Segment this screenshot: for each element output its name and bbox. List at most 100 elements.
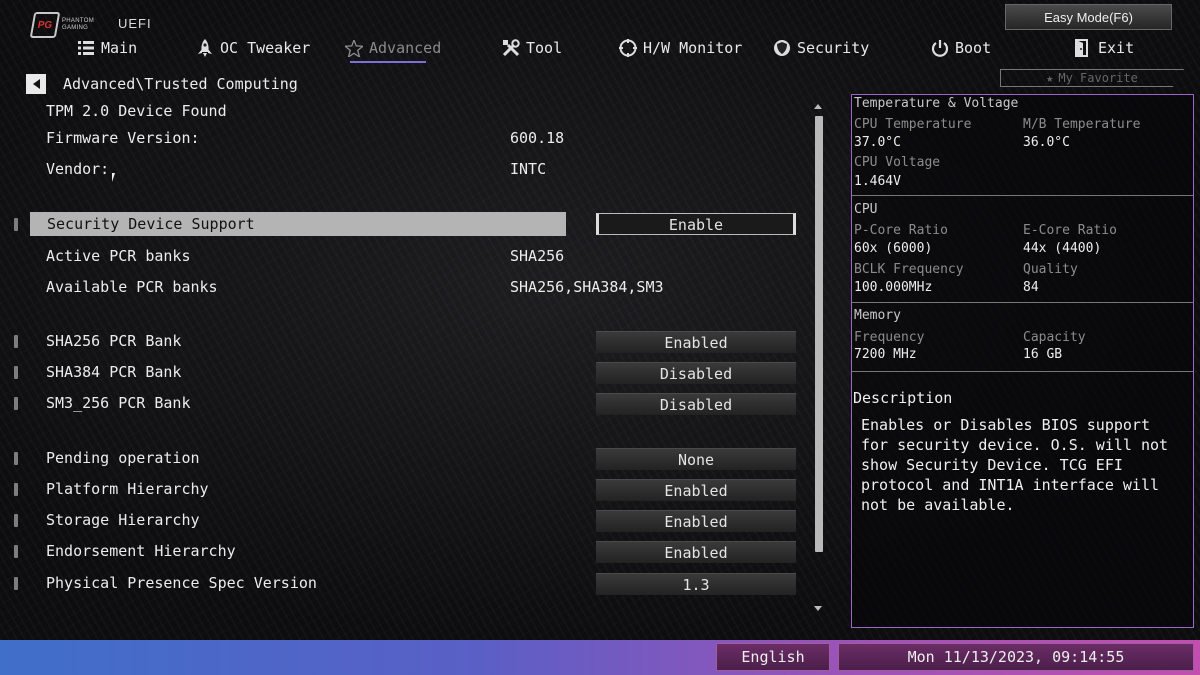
scrollbar-thumb[interactable] (815, 116, 823, 552)
storage-hierarchy-option[interactable]: Enabled (596, 510, 796, 532)
physical-presence-spec-label: Physical Presence Spec Version (46, 574, 317, 592)
cpu-temperature-label: CPU Temperature (854, 117, 972, 132)
rocket-icon (196, 39, 214, 57)
platform-hierarchy-option[interactable]: Enabled (596, 479, 796, 501)
available-pcr-banks-value: SHA256,SHA384,SM3 (510, 278, 664, 296)
row-marker (14, 452, 18, 465)
tab-main[interactable]: Main (77, 36, 137, 60)
physical-presence-spec-option[interactable]: 1.3 (596, 573, 796, 595)
ecore-ratio-label: E-Core Ratio (1023, 223, 1117, 238)
tab-label: Boot (955, 39, 992, 57)
tab-advanced[interactable]: Advanced (345, 36, 441, 60)
quality-label: Quality (1023, 262, 1078, 277)
pending-operation-option[interactable]: None (596, 448, 796, 470)
security-device-support-label: Security Device Support (47, 215, 255, 233)
tab-label: Security (797, 39, 870, 57)
row-marker (14, 545, 18, 558)
system-info-panel: Temperature & Voltage CPU Temperature 37… (851, 94, 1194, 628)
platform-hierarchy-label: Platform Hierarchy (46, 480, 209, 498)
storage-hierarchy-label: Storage Hierarchy (46, 511, 200, 529)
panel-divider (852, 371, 1193, 372)
memory-capacity-value: 16 GB (1023, 347, 1063, 362)
active-pcr-banks-value: SHA256 (510, 247, 565, 265)
bclk-frequency-value: 100.000MHz (854, 280, 933, 295)
brand-logo: PG PHANTOM GAMING (29, 12, 106, 38)
breadcrumb: Advanced\Trusted Computing (63, 75, 298, 93)
row-marker (14, 577, 18, 590)
star-icon (345, 39, 363, 57)
back-arrow-icon (32, 79, 40, 89)
mb-temperature-value: 36.0°C (1023, 135, 1070, 150)
sm3-pcr-bank-option[interactable]: Disabled (596, 393, 796, 415)
cpu-temperature-value: 37.0°C (854, 135, 901, 150)
tab-exit[interactable]: Exit (1074, 36, 1134, 60)
power-icon (931, 39, 949, 57)
memory-title: Memory (854, 308, 901, 323)
tab-label: Main (101, 39, 138, 57)
sm3-pcr-bank-label: SM3_256 PCR Bank (46, 394, 191, 412)
security-device-support-option[interactable]: Enable (596, 213, 796, 235)
shield-icon (773, 39, 791, 57)
quality-value: 84 (1023, 280, 1039, 295)
active-pcr-banks-label: Active PCR banks (46, 247, 191, 265)
easy-mode-button[interactable]: Easy Mode(F6) (1005, 4, 1172, 30)
endorsement-hierarchy-label: Endorsement Hierarchy (46, 542, 236, 560)
datetime-display: Mon 11/13/2023, 09:14:55 (838, 643, 1194, 671)
bclk-frequency-label: BCLK Frequency (854, 262, 964, 277)
tab-label: Tool (526, 39, 563, 57)
description-title: Description (853, 389, 953, 407)
logo-text: PHANTOM GAMING (62, 18, 94, 31)
row-marker (14, 514, 18, 527)
scroll-up-arrow-icon[interactable] (814, 104, 822, 109)
tpm-device-found: TPM 2.0 Device Found (46, 102, 227, 120)
ecore-ratio-value: 44x (4400) (1023, 241, 1102, 256)
panel-divider (852, 302, 1193, 303)
scroll-down-arrow-icon[interactable] (814, 606, 822, 611)
exit-icon (1074, 39, 1092, 57)
star-icon: ★ (1046, 71, 1054, 85)
tab-label: Advanced (369, 39, 442, 57)
tab-label: Exit (1098, 39, 1135, 57)
panel-divider (852, 195, 1193, 196)
uefi-label: UEFI (118, 16, 152, 31)
cpu-title: CPU (854, 202, 878, 217)
tab-boot[interactable]: Boot (931, 36, 991, 60)
tab-label: H/W Monitor (643, 39, 743, 57)
active-tab-underline (350, 61, 426, 63)
sha256-pcr-bank-label: SHA256 PCR Bank (46, 332, 182, 350)
tab-oc-tweaker[interactable]: OC Tweaker (196, 36, 310, 60)
row-marker (14, 483, 18, 496)
tab-tool[interactable]: Tool (502, 36, 562, 60)
memory-capacity-label: Capacity (1023, 330, 1086, 345)
firmware-version-label: Firmware Version: (46, 129, 200, 147)
cpu-voltage-value: 1.464V (854, 174, 901, 189)
sha256-pcr-bank-option[interactable]: Enabled (596, 331, 796, 353)
firmware-version-value: 600.18 (510, 129, 565, 147)
cpu-voltage-label: CPU Voltage (854, 155, 941, 170)
mb-temperature-label: M/B Temperature (1023, 117, 1141, 132)
sha384-pcr-bank-option[interactable]: Disabled (596, 362, 796, 384)
row-marker (14, 335, 18, 348)
language-button[interactable]: English (716, 643, 830, 671)
phantom-gaming-logo-icon: PG (29, 12, 61, 38)
temperature-voltage-title: Temperature & Voltage (854, 96, 1019, 111)
available-pcr-banks-label: Available PCR banks (46, 278, 218, 296)
tab-label: OC Tweaker (220, 39, 311, 57)
favorite-label: My Favorite (1058, 71, 1138, 85)
vendor-label: Vendor: (46, 160, 110, 178)
my-favorite-button[interactable]: ★ My Favorite (1000, 69, 1184, 87)
memory-frequency-label: Frequency (854, 330, 925, 345)
pcore-ratio-value: 60x (6000) (854, 241, 933, 256)
back-button[interactable] (26, 74, 46, 94)
tab-hw-monitor[interactable]: H/W Monitor (619, 36, 742, 60)
pcore-ratio-label: P-Core Ratio (854, 223, 948, 238)
vendor-value: INTC (510, 160, 547, 178)
endorsement-hierarchy-option[interactable]: Enabled (596, 541, 796, 563)
row-marker (14, 397, 18, 410)
description-text: Enables or Disables BIOS support for sec… (861, 416, 1169, 514)
monitor-icon (619, 39, 637, 57)
pending-operation-label: Pending operation (46, 449, 200, 467)
row-marker (14, 218, 18, 231)
sha384-pcr-bank-label: SHA384 PCR Bank (46, 363, 182, 381)
tab-security[interactable]: Security (773, 36, 869, 60)
